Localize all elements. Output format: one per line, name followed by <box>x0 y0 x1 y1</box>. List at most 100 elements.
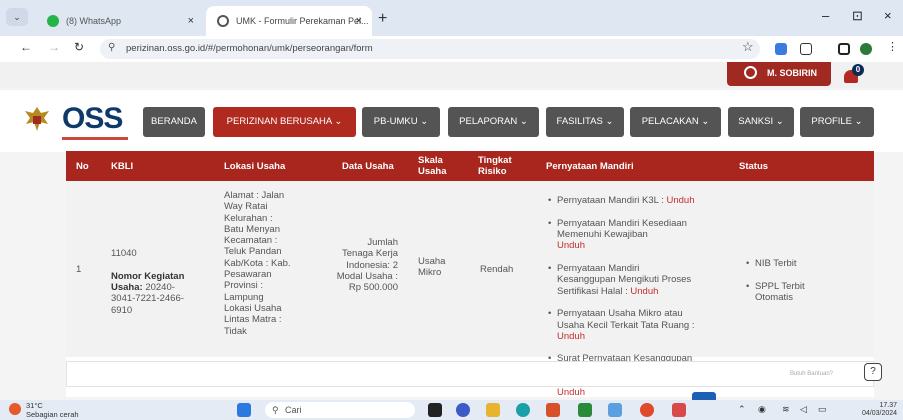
user-icon <box>744 66 757 79</box>
list-item: Pernyataan Mandiri Kesanggupan Mengikuti… <box>548 263 738 297</box>
unduh-link[interactable]: Unduh <box>557 387 585 397</box>
list-item: Pernyataan Usaha Mikro atau Usaha Kecil … <box>548 308 738 342</box>
header-kbli: KBLI <box>111 160 134 172</box>
chat-icon[interactable] <box>456 403 470 417</box>
search-placeholder: Cari <box>285 405 302 415</box>
header-data-usaha: Data Usaha <box>342 160 394 172</box>
windows-taskbar: 31°C Sebagian cerah ⚲ Cari ⌃ ◉ ≋ ◁ ▭ 17.… <box>0 400 903 420</box>
volume-icon[interactable]: ◁ <box>800 404 807 415</box>
menu-pelaporan[interactable]: PELAPORAN ⌄ <box>448 107 539 137</box>
user-name: M. SOBIRIN <box>767 68 818 78</box>
top-user-strip: M. SOBIRIN 0 <box>0 62 903 88</box>
weather-widget[interactable]: 31°C Sebagian cerah <box>9 401 79 419</box>
unduh-link[interactable]: Unduh <box>667 195 695 206</box>
weather-text: Sebagian cerah <box>26 410 79 419</box>
search-icon: ⚲ <box>272 405 279 415</box>
task-view-icon[interactable] <box>428 403 442 417</box>
date: 04/03/2024 <box>862 410 898 417</box>
cell-data-usaha: Jumlah Tenaga Kerja Indonesia: 2 Modal U… <box>336 237 398 294</box>
menu-beranda[interactable]: BERANDA <box>143 107 205 137</box>
list-item: Pernyataan Mandiri Kesediaan Memenuhi Ke… <box>548 218 738 252</box>
forward-arrow-icon[interactable]: → <box>48 40 60 54</box>
tray-chevron-icon[interactable]: ⌃ <box>738 404 746 415</box>
file-explorer-icon[interactable] <box>486 403 500 417</box>
header-skala: Skala Usaha <box>418 155 447 177</box>
start-windows-icon[interactable] <box>237 403 251 417</box>
oss-logo[interactable]: OSS <box>62 102 123 136</box>
header-pernyataan: Pernyataan Mandiri <box>546 160 634 172</box>
scroll-tab <box>692 392 716 400</box>
site-header: OSS BERANDA PERIZINAN BERUSAHA ⌄ PB-UMKU… <box>0 90 903 152</box>
new-tab-button[interactable]: + <box>378 10 387 28</box>
photos-icon[interactable] <box>608 403 622 417</box>
app-icon[interactable] <box>672 403 686 417</box>
browser-toolbar: ← → ↻ ⚲ perizinan.oss.go.id/#/permohonan… <box>0 36 903 62</box>
logo-underline <box>62 137 128 140</box>
time: 17.37 <box>879 402 898 409</box>
list-item: Pernyataan Mandiri K3L : Unduh <box>548 195 738 207</box>
help-button[interactable]: ? <box>864 363 882 381</box>
unduh-link[interactable]: Unduh <box>630 286 658 297</box>
unduh-link[interactable]: Unduh <box>557 240 585 251</box>
extensions-puzzle-icon[interactable] <box>800 43 812 55</box>
profile-avatar-icon[interactable] <box>860 43 872 55</box>
cell-risiko: Rendah <box>480 264 514 275</box>
address-bar[interactable]: ⚲ perizinan.oss.go.id/#/permohonan/umk/p… <box>100 39 760 59</box>
tab-whatsapp[interactable]: (8) WhatsApp × <box>36 6 204 36</box>
menu-pb-umku[interactable]: PB-UMKU ⌄ <box>362 107 440 137</box>
tab-title: UMK - Formulir Perekaman Pel... <box>236 16 369 26</box>
menu-perizinan-berusaha[interactable]: PERIZINAN BERUSAHA ⌄ <box>213 107 356 137</box>
extension-icon[interactable] <box>775 43 787 55</box>
url-text: perizinan.oss.go.id/#/permohonan/umk/per… <box>126 43 373 54</box>
header-no: No <box>76 160 89 172</box>
weather-icon <box>9 403 21 415</box>
taskbar-search[interactable]: ⚲ Cari <box>265 402 415 418</box>
garuda-emblem-icon <box>25 107 49 131</box>
minimize-button[interactable]: – <box>822 8 829 23</box>
close-tab-icon[interactable]: × <box>356 6 362 36</box>
notification-count: 0 <box>852 64 864 76</box>
business-table: No KBLI Lokasi Usaha Data Usaha Skala Us… <box>66 151 874 397</box>
unduh-link[interactable]: Unduh <box>557 331 585 342</box>
header-lokasi: Lokasi Usaha <box>224 160 286 172</box>
menu-pelacakan[interactable]: PELACAKAN ⌄ <box>630 107 721 137</box>
reload-icon[interactable]: ↻ <box>74 40 84 54</box>
edge-browser-icon[interactable] <box>516 403 530 417</box>
header-status: Status <box>739 160 769 172</box>
kbli-code: 11040 <box>111 248 137 260</box>
restore-button[interactable]: ⊡ <box>852 8 863 24</box>
excel-icon[interactable] <box>578 403 592 417</box>
wifi-icon[interactable]: ≋ <box>782 404 790 415</box>
table-header: No KBLI Lokasi Usaha Data Usaha Skala Us… <box>66 151 874 181</box>
tab-title: (8) WhatsApp <box>66 16 122 26</box>
cell-skala: Usaha Mikro <box>418 256 446 279</box>
bookmark-star-icon[interactable]: ☆ <box>742 39 754 55</box>
close-window-button[interactable]: × <box>884 8 892 23</box>
back-arrow-icon[interactable]: ← <box>20 40 32 54</box>
clock[interactable]: 17.37 04/03/2024 <box>862 402 897 418</box>
menu-fasilitas[interactable]: FASILITAS ⌄ <box>546 107 624 137</box>
tab-search-button[interactable]: ⌄ <box>6 8 28 26</box>
notification-bell-icon[interactable]: 0 <box>842 64 864 84</box>
site-info-icon[interactable]: ⚲ <box>108 42 115 53</box>
browser-tab-strip: ⌄ (8) WhatsApp × UMK - Formulir Perekama… <box>0 0 903 36</box>
paint-app-icon[interactable] <box>546 403 560 417</box>
whatsapp-icon <box>47 15 59 27</box>
browser-menu-icon[interactable]: ⋮ <box>887 40 898 53</box>
tray-app-icon[interactable]: ◉ <box>758 404 766 415</box>
chrome-icon[interactable] <box>640 403 654 417</box>
sidepanel-icon[interactable] <box>838 43 850 55</box>
cell-kbli: 11040 Nomor Kegiatan Usaha: 20240- 3041-… <box>111 237 216 316</box>
menu-sanksi[interactable]: SANKSI ⌄ <box>728 107 794 137</box>
cell-no: 1 <box>76 264 82 275</box>
close-tab-icon[interactable]: × <box>188 6 194 36</box>
help-hint[interactable]: Butuh Bantuan? <box>790 371 833 377</box>
header-risiko: Tingkat Risiko <box>478 155 512 177</box>
menu-profile[interactable]: PROFILE ⌄ <box>800 107 874 137</box>
user-menu-button[interactable]: M. SOBIRIN <box>727 62 831 86</box>
tab-umk-form[interactable]: UMK - Formulir Perekaman Pel... × <box>206 6 372 36</box>
battery-icon[interactable]: ▭ <box>818 404 827 415</box>
table-row: 1 11040 Nomor Kegiatan Usaha: 20240- 304… <box>66 181 874 397</box>
temperature: 31°C <box>26 401 43 410</box>
status-item: SPPL Terbit Otomatis <box>746 281 856 304</box>
